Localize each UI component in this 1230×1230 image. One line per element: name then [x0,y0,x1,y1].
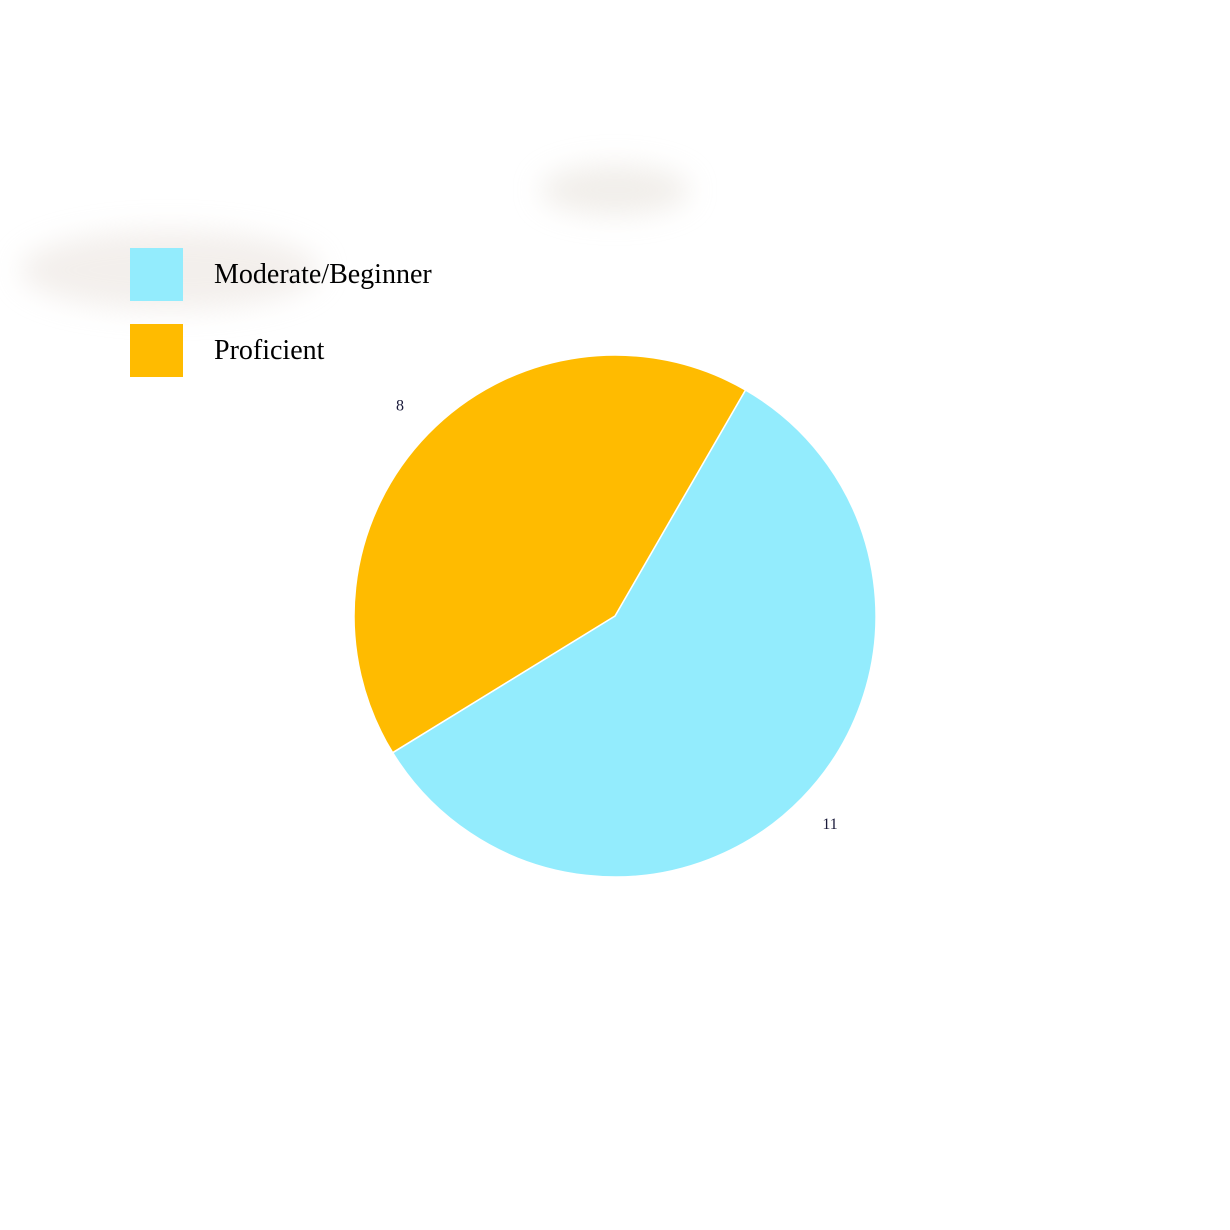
pie-value-label: 11 [822,816,837,833]
pie-svg: 11 8 [353,354,877,878]
legend: Moderate/Beginner Proficient [130,248,432,400]
legend-swatch [130,248,183,301]
pie-slices [353,354,877,878]
pie-chart: 11 8 Moderate/Beginner Proficient [0,0,1230,1230]
legend-label: Proficient [214,334,325,366]
pie-value-label: 8 [396,397,404,414]
legend-item-moderate-beginner[interactable]: Moderate/Beginner [130,248,432,301]
legend-label: Moderate/Beginner [214,258,432,290]
legend-item-proficient[interactable]: Proficient [130,324,432,377]
legend-swatch [130,324,183,377]
